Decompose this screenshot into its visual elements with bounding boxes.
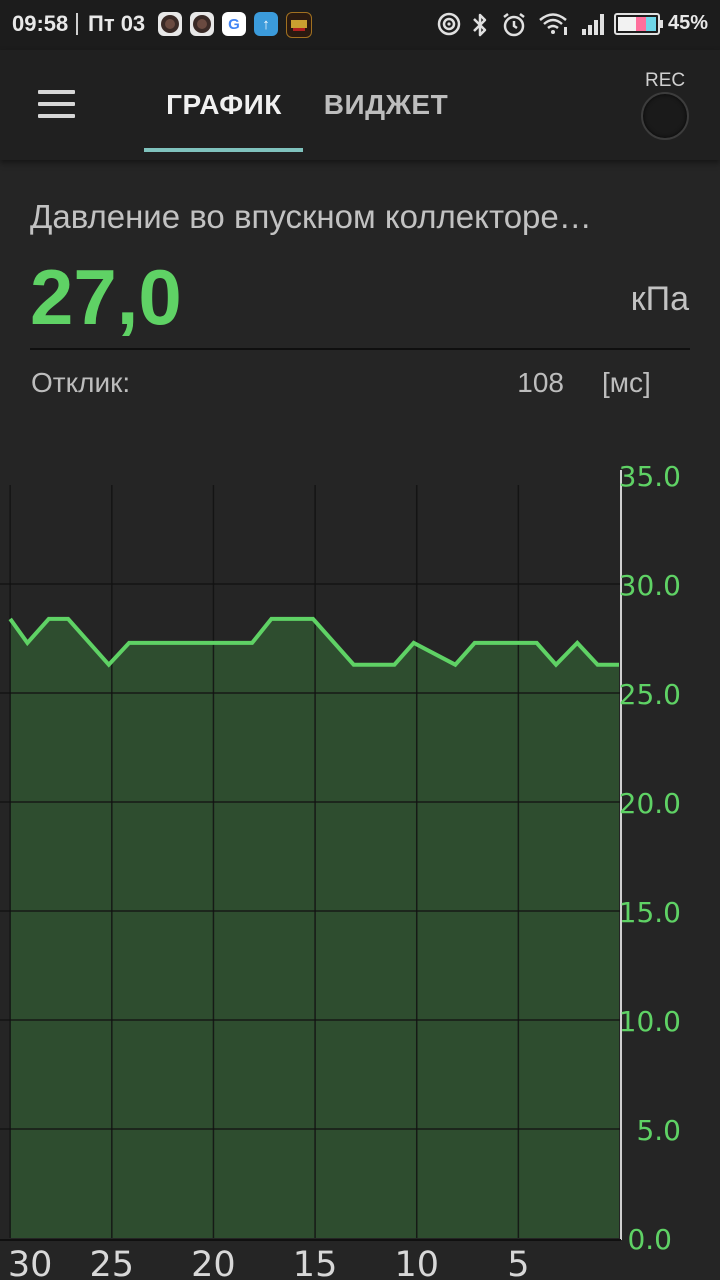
pressure-chart[interactable]: 35.0 30.0 25.0 20.0 15.0 10.0 5.0 0.0 30 25 20 15 10… (0, 450, 720, 1280)
y-tick-label: 25.0 (619, 678, 681, 711)
tab-widget[interactable]: ВИДЖЕТ (310, 50, 462, 160)
x-tick-label: 25 (90, 1245, 135, 1280)
y-tick-label: 35.0 (619, 460, 681, 493)
app-toolbar: ГРАФИК ВИДЖЕТ REC (0, 50, 720, 160)
battery-percentage: 45% (667, 12, 708, 34)
app-icon-1 (158, 12, 182, 36)
bluetooth-icon (473, 13, 487, 37)
y-tick-label: 30.0 (619, 569, 681, 602)
status-bar: 09:58 Пт 03 G ↑ 45% (0, 0, 720, 50)
record-button[interactable] (641, 92, 689, 140)
parameter-unit: кПа (630, 280, 689, 318)
x-tick-label: 10 (394, 1245, 439, 1280)
wifi-icon (539, 13, 567, 35)
hotspot-icon (437, 12, 461, 36)
google-icon: G (222, 12, 246, 36)
status-time: 09:58 (12, 11, 69, 36)
parameter-name: Давление во впускном коллекторе… (30, 198, 592, 235)
parameter-value: 27,0 (30, 253, 182, 341)
response-value: 108 (517, 367, 564, 398)
x-tick-label: 30 (8, 1245, 53, 1280)
upload-icon: ↑ (254, 12, 278, 36)
signal-icon (582, 14, 604, 35)
parameter-divider (30, 348, 690, 350)
x-tick-label: 5 (507, 1245, 529, 1280)
app-icon-2 (190, 12, 214, 36)
tab-graph[interactable]: ГРАФИК (144, 50, 304, 160)
hamburger-menu-icon[interactable] (28, 80, 84, 128)
rec-label: REC (645, 70, 686, 91)
status-day: Пт 03 (88, 11, 146, 36)
response-unit: [мс] (602, 367, 651, 398)
y-tick-label: 15.0 (619, 896, 681, 929)
alarm-icon (503, 13, 525, 37)
y-tick-label: 10.0 (619, 1005, 681, 1038)
y-tick-label: 20.0 (619, 787, 681, 820)
status-separator (76, 13, 78, 35)
y-tick-label: 0.0 (627, 1223, 672, 1256)
x-tick-label: 15 (293, 1245, 338, 1280)
y-tick-label: 5.0 (636, 1114, 681, 1147)
active-tab-indicator (144, 148, 303, 152)
chart-canvas[interactable]: 35.0 30.0 25.0 20.0 15.0 10.0 5.0 0.0 30 25 20 15 10… (0, 450, 720, 1280)
response-label: Отклик: (31, 367, 131, 398)
x-tick-label: 20 (191, 1245, 236, 1280)
battery-icon (614, 13, 663, 35)
obd-app-icon (286, 12, 312, 38)
